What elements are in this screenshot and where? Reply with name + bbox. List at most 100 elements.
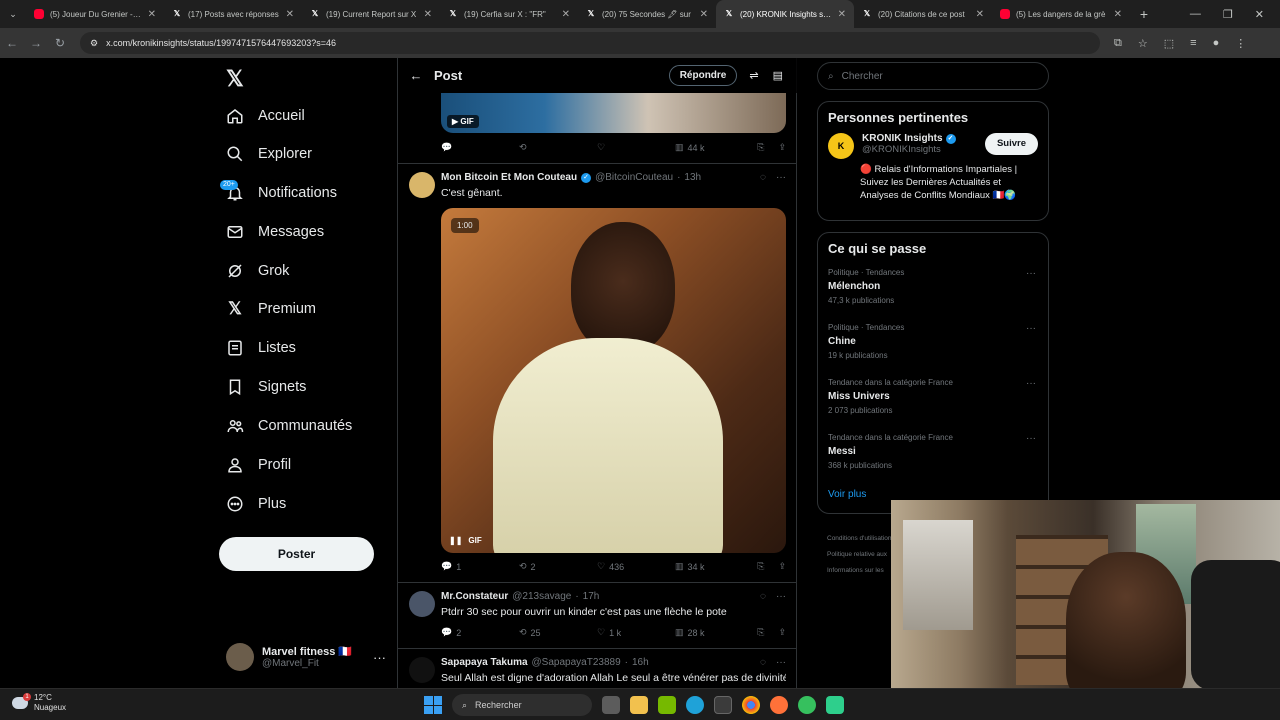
more-icon[interactable]: ··· (1026, 268, 1036, 279)
author-handle[interactable]: @SapapayaT23889 (532, 657, 621, 668)
more-icon[interactable]: ··· (776, 172, 786, 183)
nav-item-notifications[interactable]: 20+ Notifications (220, 178, 337, 208)
restore-icon[interactable]: ❐ (1223, 8, 1233, 21)
footer-link[interactable]: Politique relative aux (827, 547, 891, 563)
reply-button[interactable]: Répondre (668, 65, 738, 86)
author-name[interactable]: Sapapaya Takuma (441, 657, 528, 668)
edge-icon[interactable] (686, 696, 704, 714)
browser-tab[interactable]: 𝕏 (19) Current Report sur X ✕ (302, 0, 440, 28)
views-stat[interactable]: ▥ 34 k (675, 561, 755, 572)
browser-tab[interactable]: 𝕏 (20) 75 Secondes 🖋 sur ✕ (578, 0, 716, 28)
footer-link[interactable]: Informations sur les (827, 563, 891, 579)
nav-item-communautes[interactable]: Communautés (226, 411, 352, 441)
bookmark-star-icon[interactable]: ☆ (1138, 37, 1148, 50)
browser-tab[interactable]: 𝕏 (19) Cerfia sur X : "FR" ✕ (440, 0, 578, 28)
repost-stat[interactable]: ⟲ 2 (519, 561, 597, 572)
author-name[interactable]: Mon Bitcoin Et Mon Couteau (441, 172, 577, 183)
share-icon[interactable]: ⇪ (778, 561, 786, 572)
footer-link[interactable]: Conditions d'utilisation (827, 531, 891, 547)
close-tab-icon[interactable]: ✕ (976, 9, 984, 20)
x-logo-icon[interactable]: 𝕏 (226, 66, 244, 92)
share-icon[interactable]: ⇪ (778, 142, 786, 153)
nav-item-grok[interactable]: Grok (226, 256, 289, 286)
trend-item[interactable]: Tendance dans la catégorie France Messi … (818, 431, 1048, 486)
nvidia-icon[interactable] (658, 696, 676, 714)
nav-item-explorer[interactable]: Explorer (226, 139, 312, 169)
close-window-icon[interactable]: ✕ (1255, 8, 1264, 21)
browser-menu-icon[interactable]: ⋮ (1235, 37, 1246, 50)
app-icon[interactable] (826, 696, 844, 714)
firefox-icon[interactable] (770, 696, 788, 714)
reply-stat[interactable]: 💬 2 (441, 627, 519, 638)
forward-icon[interactable]: → (24, 36, 48, 50)
browser-tab[interactable]: 𝕏 (20) Citations de ce post ✕ (854, 0, 992, 28)
author-handle[interactable]: @213savage (512, 591, 571, 602)
more-icon[interactable]: ··· (776, 591, 786, 602)
grok-icon[interactable]: ◌ (760, 591, 766, 602)
grok-icon[interactable]: ◌ (760, 657, 766, 668)
account-switcher[interactable]: Marvel fitness 🇫🇷 @Marvel_Fit ··· (226, 643, 386, 671)
follow-button[interactable]: Suivre (984, 133, 1038, 155)
trend-item[interactable]: Politique · Tendances Chine 19 k publica… (818, 321, 1048, 376)
tweet-time[interactable]: 16h (632, 657, 649, 668)
more-icon[interactable]: ··· (1026, 323, 1036, 334)
close-tab-icon[interactable]: ✕ (424, 9, 432, 20)
post-button[interactable]: Poster (219, 537, 374, 571)
trend-item[interactable]: Tendance dans la catégorie France Miss U… (818, 376, 1048, 431)
weather-widget[interactable]: 1 12°C Nuageux (12, 693, 66, 713)
nav-item-listes[interactable]: Listes (226, 333, 296, 363)
more-icon[interactable]: ··· (373, 650, 386, 665)
browser-tab[interactable]: (5) Joueur Du Grenier - Yo ✕ (26, 0, 164, 28)
close-tab-icon[interactable]: ✕ (1114, 9, 1122, 20)
bookmark-icon[interactable]: ⎘ (757, 142, 764, 153)
more-icon[interactable]: ··· (1026, 378, 1036, 389)
trend-item[interactable]: Politique · Tendances Mélenchon 47,3 k p… (818, 266, 1048, 321)
nav-item-messages[interactable]: Messages (226, 217, 324, 247)
more-icon[interactable]: ··· (776, 657, 786, 668)
pause-icon[interactable]: ❚❚ (449, 536, 462, 545)
file-explorer-icon[interactable] (630, 696, 648, 714)
address-bar[interactable]: ⚙ x.com/kronikinsights/status/1997471576… (80, 32, 1100, 54)
install-app-icon[interactable]: ⧉ (1114, 37, 1122, 50)
reload-icon[interactable]: ↻ (48, 36, 72, 50)
close-tab-icon[interactable]: ✕ (838, 9, 846, 20)
browser-tab[interactable]: (5) Les dangers de la grè ✕ (992, 0, 1130, 28)
reader-view-icon[interactable]: ▤ (773, 69, 783, 82)
tweet-time[interactable]: 17h (583, 591, 600, 602)
tab-search-menu-icon[interactable]: ⌄ (0, 9, 26, 20)
bookmark-icon[interactable]: ⎘ (757, 627, 764, 638)
like-stat[interactable]: ♡ 1 k (597, 627, 675, 638)
windows-start-icon[interactable] (424, 696, 442, 714)
media-controls-icon[interactable]: ≡ (1190, 37, 1196, 50)
avatar[interactable] (409, 172, 435, 198)
grok-icon[interactable]: ◌ (760, 172, 766, 183)
avatar[interactable] (409, 591, 435, 617)
reply-stat[interactable]: 💬 1 (441, 561, 519, 572)
profile-icon[interactable]: ● (1213, 37, 1220, 50)
nav-item-plus[interactable]: Plus (226, 489, 286, 519)
close-tab-icon[interactable]: ✕ (562, 9, 570, 20)
taskbar-search[interactable]: ⌕ Rechercher (452, 694, 592, 716)
like-icon[interactable]: ♡ (597, 142, 675, 153)
relevant-person[interactable]: K KRONIK Insights ✓ @KRONIKInsights Suivr… (818, 125, 1048, 159)
filter-icon[interactable]: ⇌ (749, 69, 758, 82)
nav-item-accueil[interactable]: Accueil (226, 101, 305, 131)
close-tab-icon[interactable]: ✕ (700, 9, 708, 20)
views-stat[interactable]: ▥ 28 k (675, 627, 755, 638)
like-stat[interactable]: ♡ 436 (597, 561, 675, 572)
nav-item-signets[interactable]: Signets (226, 372, 306, 402)
task-view-icon[interactable] (602, 696, 620, 714)
close-tab-icon[interactable]: ✕ (286, 9, 294, 20)
nav-item-premium[interactable]: 𝕏 Premium (226, 294, 316, 324)
new-tab-button[interactable]: + (1130, 6, 1158, 22)
more-icon[interactable]: ··· (1026, 433, 1036, 444)
back-arrow-icon[interactable]: ← (398, 68, 434, 83)
repost-icon[interactable]: ⟲ (519, 142, 597, 153)
store-icon[interactable] (714, 696, 732, 714)
avatar[interactable] (409, 657, 435, 683)
chrome-icon[interactable] (742, 696, 760, 714)
browser-tab[interactable]: 𝕏 (17) Posts avec réponses ✕ (164, 0, 302, 28)
bookmark-icon[interactable]: ⎘ (757, 561, 764, 572)
minimize-icon[interactable]: — (1190, 8, 1201, 21)
extensions-icon[interactable]: ⬚ (1164, 37, 1174, 50)
